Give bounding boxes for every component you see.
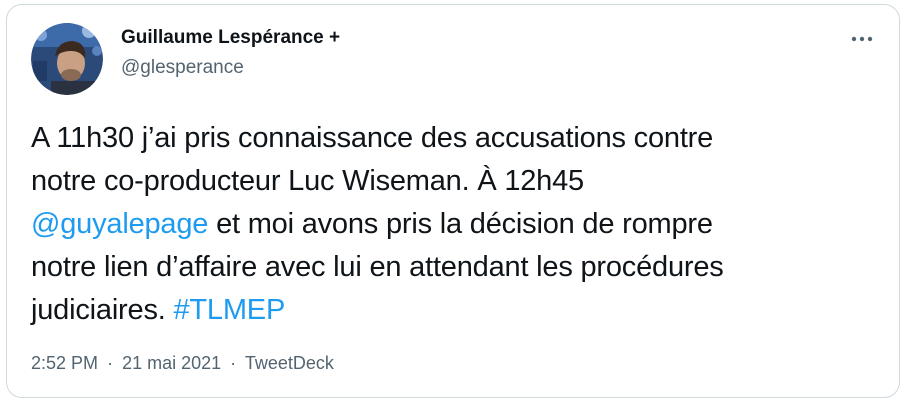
author-name[interactable]: Guillaume Lespérance + — [121, 27, 340, 49]
tweet-card[interactable]: Guillaume Lespérance + @glesperance A 11… — [6, 4, 900, 398]
more-horizontal-icon — [851, 36, 873, 42]
hashtag-link[interactable]: #TLMEP — [173, 294, 285, 326]
tweet-text-line: notre co-producteur Luc Wiseman. À 12h45 — [31, 165, 584, 197]
author-handle[interactable]: @glesperance — [121, 57, 244, 79]
tweet-text: A 11h30 j’ai pris connaissance des accus… — [31, 117, 887, 332]
separator-dot: · — [230, 353, 237, 373]
tweet-time[interactable]: 2:52 PM — [31, 353, 98, 373]
separator-dot: · — [107, 353, 114, 373]
tweet-metadata: 2:52 PM · 21 mai 2021 · TweetDeck — [31, 353, 334, 374]
tweet-text-line: notre lien d’affaire avec lui en attenda… — [31, 251, 724, 283]
more-options-button[interactable] — [847, 27, 877, 51]
tweet-text-line: judiciaires. — [31, 294, 174, 326]
tweet-text-line: A 11h30 j’ai pris connaissance des accus… — [31, 122, 714, 154]
tweet-date[interactable]: 21 mai 2021 — [122, 353, 221, 373]
tweet-text-line: et moi avons pris la décision de rompre — [208, 208, 713, 240]
avatar[interactable] — [31, 23, 103, 95]
tweet-source[interactable]: TweetDeck — [245, 353, 334, 373]
mention-link[interactable]: @guyalepage — [31, 208, 208, 240]
